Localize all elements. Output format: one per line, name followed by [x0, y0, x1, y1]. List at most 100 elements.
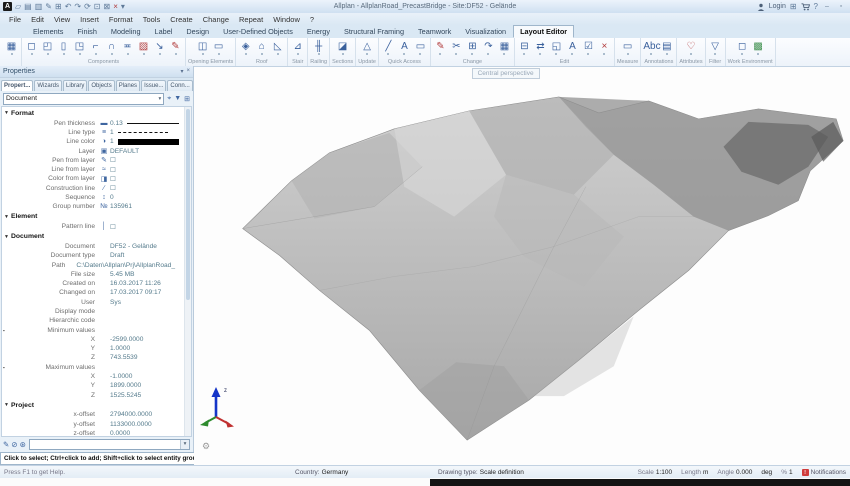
property-row[interactable]: ▪ Maximum values [2, 363, 183, 372]
ribbon-tool-icon[interactable]: ◺ [270, 40, 285, 56]
property-row[interactable]: ▪ Minimum values [2, 325, 183, 334]
status-item[interactable]: Length m [681, 469, 708, 476]
ribbon-tool-icon[interactable]: A [565, 40, 580, 56]
ribbon-tool-icon[interactable]: ▭ [211, 40, 226, 56]
menu-item[interactable]: ? [305, 15, 319, 24]
apps-grid-icon[interactable]: ⊞ [790, 2, 797, 11]
favorites-combobox[interactable]: ▾ [29, 439, 190, 450]
section-header[interactable]: ▼ Format [2, 108, 183, 119]
ribbon-tool-icon[interactable]: ⌂ [254, 40, 269, 56]
user-icon[interactable] [757, 3, 765, 11]
ribbon-tool-icon[interactable]: ◰ [40, 40, 55, 56]
ribbon-tool-icon[interactable]: △ [360, 40, 375, 56]
menu-item[interactable]: Insert [75, 15, 104, 24]
panel-tab[interactable]: Planes [116, 80, 140, 91]
minimize-button[interactable]: – [822, 3, 832, 10]
panel-footer-icon[interactable]: ✎ [3, 440, 9, 449]
ribbon-tab[interactable]: Elements [26, 25, 70, 38]
panel-menu-icon[interactable]: ▾ [180, 68, 183, 75]
terrain-model[interactable] [194, 67, 850, 465]
ribbon-tool-icon[interactable]: ✎ [433, 40, 448, 56]
property-row[interactable]: Line from layer ≈ ☐ [2, 165, 183, 174]
ribbon-tab[interactable]: Label [148, 25, 180, 38]
panel-footer-icon[interactable]: ⊘ [11, 440, 17, 449]
quick-access-icon[interactable]: ▥ [35, 2, 43, 11]
property-row[interactable]: Changed on 17.03.2017 09:17 [2, 288, 183, 297]
document-select[interactable]: Document ▾ [3, 93, 164, 105]
property-row[interactable]: X -2599.0000 [2, 335, 183, 344]
ribbon-tool-icon[interactable]: ⌐ [88, 40, 103, 56]
ribbon-tab[interactable]: User-Defined Objects [216, 25, 300, 38]
property-row[interactable]: Display mode [2, 307, 183, 316]
ribbon-tab[interactable]: Visualization [458, 25, 513, 38]
property-row[interactable]: Layer ▣ DEFAULT [2, 146, 183, 155]
ribbon-tool-icon[interactable]: ≖ [120, 40, 135, 56]
list-icon[interactable]: ⊞ [184, 95, 190, 103]
ribbon-tool-icon[interactable]: ╱ [381, 40, 396, 56]
quick-access-icon[interactable]: ⟳ [84, 2, 91, 11]
menu-item[interactable]: Format [104, 15, 138, 24]
quick-access-icon[interactable]: ⊞ [55, 2, 62, 11]
axis-gizmo[interactable]: z [200, 383, 236, 429]
property-row[interactable]: Color from layer ◨ ☐ [2, 174, 183, 183]
panel-tab[interactable]: Wizards [34, 80, 62, 91]
property-row[interactable]: Hierarchic code [2, 316, 183, 325]
ribbon-tool-icon[interactable]: × [597, 40, 612, 56]
property-row[interactable]: Path C:\Daten\Allplan\Prj\AllplanRoad_ [2, 260, 183, 269]
menu-item[interactable]: Tools [138, 15, 166, 24]
property-row[interactable]: Pattern line │ ☐ [2, 222, 183, 231]
property-row[interactable]: Pen from layer ✎ ☐ [2, 156, 183, 165]
ribbon-tab[interactable]: Design [179, 25, 216, 38]
quick-access-icon[interactable]: ↷ [74, 2, 81, 11]
panel-close-icon[interactable]: × [186, 68, 190, 75]
maximize-button[interactable]: ▫ [836, 3, 846, 10]
menu-item[interactable]: Change [198, 15, 234, 24]
menu-item[interactable]: Repeat [234, 15, 268, 24]
ribbon-tool-icon[interactable]: ☑ [581, 40, 596, 56]
ribbon-tool-icon[interactable]: ▤ [659, 40, 674, 56]
property-row[interactable]: z-offset 0.0000 [2, 429, 183, 437]
ribbon-tool-icon[interactable]: ✎ [168, 40, 183, 56]
status-item[interactable]: Angle 0.000 [717, 469, 752, 476]
settings-gear-icon[interactable]: ⚙ [202, 442, 210, 451]
ribbon-tool-icon[interactable]: Abc [643, 40, 658, 56]
panel-footer-icon[interactable]: ⊛ [20, 440, 26, 449]
ribbon-tool-icon[interactable]: ▯ [56, 40, 71, 56]
ribbon-tool-icon[interactable]: ◻ [735, 40, 750, 56]
ribbon-tool-icon[interactable]: ◱ [549, 40, 564, 56]
panel-tab[interactable]: Propert... [1, 80, 33, 91]
panel-scrollbar[interactable] [184, 107, 191, 436]
ribbon-tool-icon[interactable]: ⊿ [290, 40, 305, 56]
ribbon-tool-icon[interactable]: ▦ [497, 40, 512, 56]
quick-access-icon[interactable]: ▤ [24, 2, 32, 11]
property-row[interactable]: Y 1.0000 [2, 344, 183, 353]
ribbon-tool-icon[interactable]: ▨ [136, 40, 151, 56]
panel-tab[interactable]: Conn... [167, 80, 192, 91]
ribbon-tool-icon[interactable]: ╫ [311, 40, 326, 56]
menu-item[interactable]: View [49, 15, 75, 24]
status-item[interactable]: deg [761, 469, 772, 476]
property-row[interactable]: X -1.0000 [2, 372, 183, 381]
section-header[interactable]: ▼ Project [2, 400, 183, 411]
property-row[interactable]: Construction line ∕ ☐ [2, 184, 183, 193]
ribbon-tool-icon[interactable]: ⊟ [517, 40, 532, 56]
quick-access-icon[interactable]: ✎ [45, 2, 52, 11]
property-row[interactable]: Line type ≡ 1 [2, 128, 183, 137]
ribbon-tool-icon[interactable]: ▦ [4, 40, 19, 56]
property-row[interactable]: Line color ◑ 1 [2, 137, 183, 146]
menu-item[interactable]: Window [268, 15, 305, 24]
panel-tab[interactable]: Objects [88, 80, 114, 91]
notifications-button[interactable]: ! Notifications [802, 469, 846, 476]
quick-access-icon[interactable]: × [113, 2, 118, 11]
help-icon[interactable]: ? [814, 2, 818, 11]
ribbon-tool-icon[interactable]: ◈ [238, 40, 253, 56]
ribbon-tab[interactable]: Finish [70, 25, 103, 38]
allplan-logo-icon[interactable]: A [3, 2, 12, 11]
ribbon-tool-icon[interactable]: ◪ [335, 40, 350, 56]
property-row[interactable]: Pen thickness ▬ 0.13 [2, 119, 183, 128]
ribbon-tab[interactable]: Teamwork [411, 25, 458, 38]
ribbon-tool-icon[interactable]: ▩ [751, 40, 766, 56]
status-item[interactable]: Scale 1:100 [638, 469, 673, 476]
ribbon-tool-icon[interactable]: ∩ [104, 40, 119, 56]
ribbon-tool-icon[interactable]: ◻ [24, 40, 39, 56]
